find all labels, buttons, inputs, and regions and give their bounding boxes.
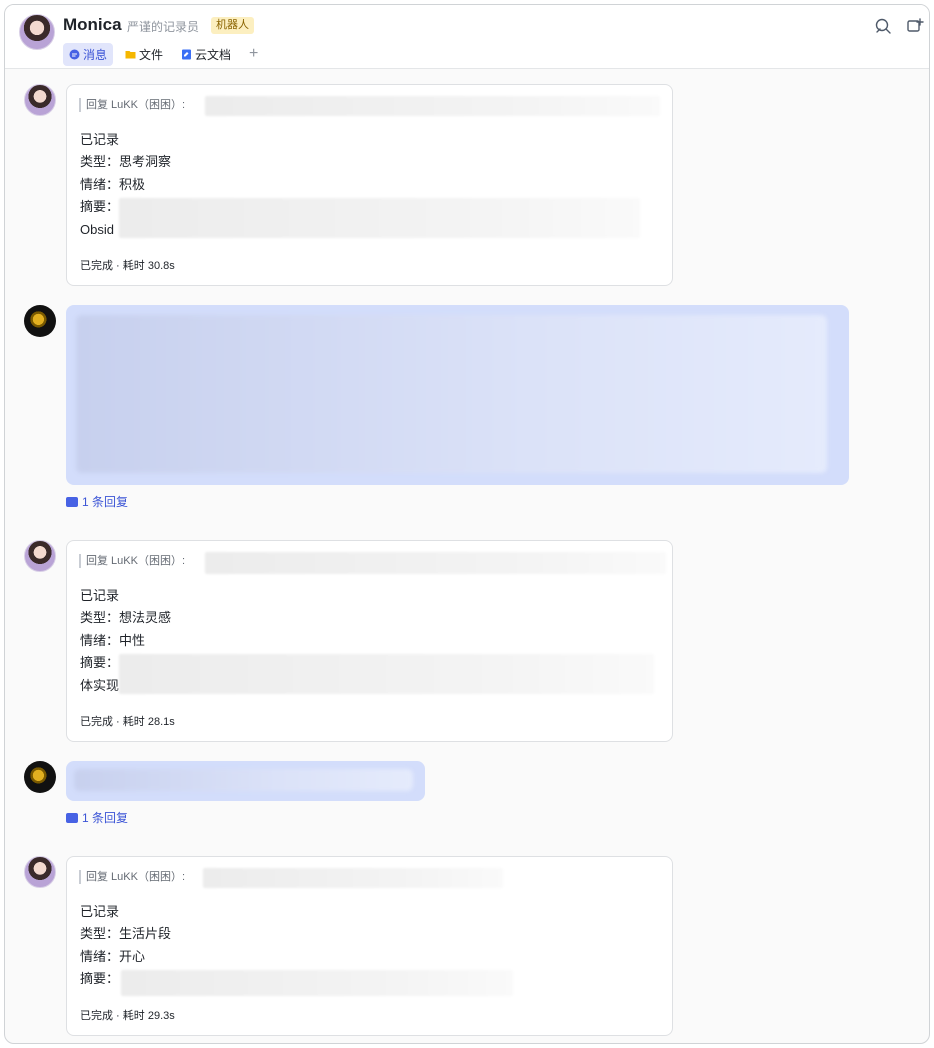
reply-quote[interactable]: 回复 LuKK（困困）: bbox=[79, 554, 185, 568]
chat-description: 严谨的记录员 bbox=[127, 20, 200, 34]
doc-icon bbox=[182, 49, 192, 59]
message-line: 情绪：开心 bbox=[80, 949, 146, 964]
bot-avatar[interactable] bbox=[24, 540, 56, 572]
tab-label: 消息 bbox=[83, 47, 108, 62]
bot-message-card: 回复 LuKK（困困）: 已记录 类型：想法灵感 情绪：中性 摘要： 体实现 已… bbox=[66, 540, 673, 742]
reply-icon bbox=[66, 496, 78, 507]
redacted-text bbox=[74, 769, 413, 791]
reply-count-label: 1 条回复 bbox=[82, 495, 129, 509]
add-tab-button[interactable]: + bbox=[249, 45, 258, 63]
thread-reply-link[interactable]: 1 条回复 bbox=[66, 493, 128, 510]
folder-icon bbox=[125, 50, 136, 58]
message-line: 体实现 bbox=[80, 678, 120, 693]
chat-header: Monica 严谨的记录员 机器人 消息 文件 云文档 + bbox=[5, 5, 929, 69]
search-icon[interactable] bbox=[874, 17, 892, 35]
message-line: 情绪：积极 bbox=[80, 177, 146, 192]
message-line: 类型：生活片段 bbox=[80, 926, 172, 941]
chat-title[interactable]: Monica bbox=[63, 15, 122, 35]
thread-reply-link[interactable]: 1 条回复 bbox=[66, 809, 128, 826]
message-line: 摘要： bbox=[80, 199, 120, 214]
tab-files[interactable]: 文件 bbox=[119, 43, 169, 66]
user-avatar[interactable] bbox=[24, 305, 56, 337]
add-chat-icon[interactable] bbox=[906, 17, 924, 35]
status-footer: 已完成 · 耗时 30.8s bbox=[80, 260, 175, 272]
bot-avatar[interactable] bbox=[24, 84, 56, 116]
tab-label: 文件 bbox=[139, 47, 164, 62]
redacted-text bbox=[121, 970, 513, 996]
message-line: Obsid bbox=[80, 222, 114, 237]
reply-quote[interactable]: 回复 LuKK（困困）: bbox=[79, 98, 185, 112]
chat-window: Monica 严谨的记录员 机器人 消息 文件 云文档 + 回复 LuKK（困困… bbox=[4, 4, 930, 1044]
reply-count-label: 1 条回复 bbox=[82, 811, 129, 825]
message-line: 已记录 bbox=[80, 588, 120, 603]
message-line: 类型：想法灵感 bbox=[80, 610, 172, 625]
tab-bar: 消息 文件 云文档 + bbox=[63, 42, 258, 66]
message-line: 已记录 bbox=[80, 904, 120, 919]
redacted-text bbox=[76, 315, 827, 473]
status-footer: 已完成 · 耗时 28.1s bbox=[80, 716, 175, 728]
redacted-text bbox=[119, 654, 654, 694]
message-line: 摘要： bbox=[80, 971, 120, 986]
user-message-bubble[interactable] bbox=[66, 305, 849, 485]
redacted-text bbox=[205, 96, 660, 116]
message-line: 已记录 bbox=[80, 132, 120, 147]
tab-label: 云文档 bbox=[195, 47, 232, 62]
user-avatar[interactable] bbox=[24, 761, 56, 793]
bot-message-card: 回复 LuKK（困困）: 已记录 类型：思考洞察 情绪：积极 摘要： Obsid… bbox=[66, 84, 673, 286]
message-line: 情绪：中性 bbox=[80, 633, 146, 648]
message-line: 类型：思考洞察 bbox=[80, 154, 172, 169]
tab-messages[interactable]: 消息 bbox=[63, 42, 114, 66]
chat-icon bbox=[69, 49, 80, 59]
reply-quote[interactable]: 回复 LuKK（困困）: bbox=[79, 870, 185, 884]
tab-cloud-docs[interactable]: 云文档 bbox=[175, 43, 237, 66]
bot-avatar[interactable] bbox=[19, 14, 55, 50]
redacted-text bbox=[205, 552, 666, 574]
user-message-bubble[interactable] bbox=[66, 761, 425, 801]
bot-badge: 机器人 bbox=[211, 17, 254, 34]
reply-icon bbox=[66, 812, 78, 823]
bot-avatar[interactable] bbox=[24, 856, 56, 888]
status-footer: 已完成 · 耗时 29.3s bbox=[80, 1010, 175, 1022]
bot-message-card: 回复 LuKK（困困）: 已记录 类型：生活片段 情绪：开心 摘要： 已完成 ·… bbox=[66, 856, 673, 1036]
redacted-text bbox=[119, 198, 640, 238]
redacted-text bbox=[203, 868, 503, 888]
message-line: 摘要： bbox=[80, 655, 120, 670]
